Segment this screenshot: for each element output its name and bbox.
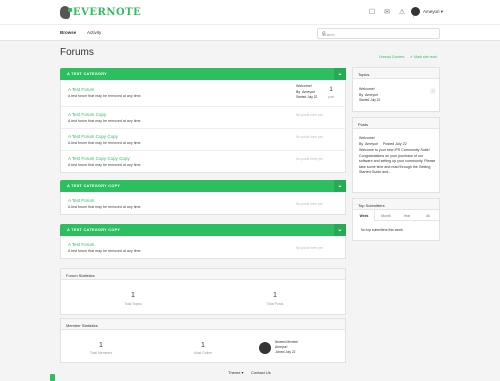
forum-description: A test forum that may be removed at any … xyxy=(68,249,142,253)
posts-widget: Posts Welcome! By Ameyuri Posted July 22… xyxy=(352,117,440,193)
unread-content-link[interactable]: Unread Content xyxy=(379,55,404,59)
user-avatar xyxy=(411,7,420,16)
widget-title: Topics xyxy=(358,71,370,77)
forum-title[interactable]: A Test Forum Copy Copy Copy xyxy=(68,156,130,161)
mail-icon[interactable]: ✉ xyxy=(383,9,391,17)
panel-title: Forum Statistics xyxy=(66,272,95,278)
no-posts-text: No posts here yet xyxy=(296,157,323,161)
widget-header: Topics xyxy=(353,68,439,79)
forum-row[interactable]: A Test Forum Copy Copy Copy A test forum… xyxy=(61,150,345,172)
bell-icon[interactable]: ☐ xyxy=(368,9,376,17)
category-forum-list: A Test Forum A test forum that may be re… xyxy=(60,236,346,259)
forum-description: A test forum that may be removed at any … xyxy=(68,163,142,167)
total-posts-value: 1 xyxy=(273,292,277,299)
nav-activity[interactable]: Activity xyxy=(87,30,101,35)
widget-title: Top Submitters xyxy=(358,202,385,208)
forum-row[interactable]: A Test Forum Copy A test forum that may … xyxy=(61,106,345,128)
post-count-label: post xyxy=(327,95,335,99)
forum-title[interactable]: A Test Forum xyxy=(68,242,94,247)
top-submitters-widget: Top Submitters Week Month Year All No to… xyxy=(352,198,440,241)
forum-row[interactable]: A Test Forum A test forum that may be re… xyxy=(61,80,345,106)
mark-site-read-link[interactable]: ✔ Mark site read xyxy=(410,55,437,59)
scroll-to-top-button[interactable] xyxy=(50,374,55,381)
forum-description: A test forum that may be removed at any … xyxy=(68,119,142,123)
chevron-down-icon[interactable]: ⌄ xyxy=(334,68,346,80)
submitters-tabs: Week Month Year All xyxy=(353,210,439,221)
topic-date: Started July 22 xyxy=(359,98,381,102)
total-topics-label: Total Topics xyxy=(124,302,142,306)
forum-row[interactable]: A Test Forum Copy Copy A test forum that… xyxy=(61,128,345,150)
search-icon[interactable]: ⚲ xyxy=(322,31,436,37)
tab-week[interactable]: Week xyxy=(354,214,374,218)
category-forum-list: A Test Forum A test forum that may be re… xyxy=(60,80,346,173)
no-posts-text: No posts here yet xyxy=(296,202,323,206)
forum-description: A test forum that may be removed at any … xyxy=(68,141,142,145)
post-count: 1 xyxy=(329,87,333,93)
total-members-value: 1 xyxy=(99,342,103,349)
theme-selector[interactable]: Theme ▾ xyxy=(228,370,244,375)
forum-description: A test forum that may be removed at any … xyxy=(68,205,142,209)
brand-name: EVERNOTE xyxy=(73,6,142,18)
forum-row[interactable]: A Test Forum A test forum that may be re… xyxy=(61,236,345,258)
post-date: Posted July 22 xyxy=(383,141,407,146)
category-title: A TEST CATEGORY xyxy=(67,72,108,76)
total-posts-label: Total Posts xyxy=(266,302,284,306)
widget-header: Top Submitters xyxy=(353,199,439,210)
nav-browse[interactable]: Browse xyxy=(60,30,76,35)
total-topics-value: 1 xyxy=(131,292,135,299)
no-posts-text: No posts here yet xyxy=(296,246,323,250)
forum-row[interactable]: A Test Forum A test forum that may be re… xyxy=(61,192,345,214)
evernote-elephant-icon xyxy=(60,5,72,19)
category-header[interactable]: A TEST CATEGORY COPY ⌄ xyxy=(60,180,346,192)
category-header[interactable]: A TEST CATEGORY ⌄ xyxy=(60,68,346,80)
no-posts-text: No posts here yet xyxy=(296,113,323,117)
warning-icon[interactable]: ⚠ xyxy=(398,9,406,17)
chevron-right-icon[interactable]: › xyxy=(430,88,436,94)
forum-title[interactable]: A Test Forum Copy Copy xyxy=(68,134,118,139)
widget-header: Posts xyxy=(353,118,439,129)
tab-all[interactable]: All xyxy=(418,214,438,218)
page-title: Forums xyxy=(60,47,94,58)
most-online-value: 1 xyxy=(201,342,205,349)
no-posts-text: No posts here yet xyxy=(296,135,323,139)
most-online-label: Most Online xyxy=(193,351,213,355)
chevron-down-icon[interactable]: ⌄ xyxy=(334,180,346,192)
total-members-label: Total Members xyxy=(89,351,113,355)
primary-nav: Browse Activity Search ⚲ xyxy=(0,24,500,41)
panel-title: Member Statistics xyxy=(66,322,98,328)
newest-member-avatar[interactable] xyxy=(259,342,271,354)
panel-header: Forum Statistics xyxy=(61,269,345,280)
panel-header: Member Statistics xyxy=(61,319,345,330)
post-author[interactable]: Ameyuri xyxy=(365,142,378,148)
site-logo[interactable]: EVERNOTE xyxy=(60,5,141,19)
tab-year[interactable]: Year xyxy=(397,214,417,218)
forum-title[interactable]: A Test Forum Copy xyxy=(68,112,106,117)
user-menu[interactable]: Ameyuri ▾ xyxy=(411,7,443,16)
search-input[interactable]: Search ⚲ xyxy=(317,28,440,39)
category-title: A TEST CATEGORY COPY xyxy=(67,228,121,232)
category-forum-list: A Test Forum A test forum that may be re… xyxy=(60,192,346,215)
post-excerpt: Welcome to your new IPS Community Suite!… xyxy=(359,148,436,175)
chevron-down-icon[interactable]: ⌄ xyxy=(334,224,346,236)
last-post-date: Started July 22 xyxy=(296,95,318,99)
widget-title: Posts xyxy=(358,121,369,127)
forum-title[interactable]: A Test Forum xyxy=(68,87,94,92)
category-header[interactable]: A TEST CATEGORY COPY ⌄ xyxy=(60,224,346,236)
contact-us-link[interactable]: Contact Us xyxy=(251,370,271,375)
post-by-prefix: By xyxy=(359,141,364,146)
forum-description: A test forum that may be removed at any … xyxy=(68,94,142,98)
header-icons: ☐ ✉ ⚠ xyxy=(368,8,414,18)
user-name: Ameyuri ▾ xyxy=(423,8,444,14)
forum-statistics-panel: Forum Statistics 1 Total Topics 1 Total … xyxy=(60,268,346,315)
site-header: EVERNOTE ☐ ✉ ⚠ Ameyuri ▾ xyxy=(0,0,500,24)
forum-title[interactable]: A Test Forum xyxy=(68,198,94,203)
newest-member-date: Joined July 22 xyxy=(275,350,296,354)
tab-month[interactable]: Month xyxy=(376,214,396,218)
category-title: A TEST CATEGORY COPY xyxy=(67,184,121,188)
topics-widget: Topics Welcome! By Ameyuri Started July … xyxy=(352,67,440,112)
member-statistics-panel: Member Statistics 1 Total Members 1 Most… xyxy=(60,318,346,363)
empty-state-text: No top submitters this week. xyxy=(361,228,404,232)
